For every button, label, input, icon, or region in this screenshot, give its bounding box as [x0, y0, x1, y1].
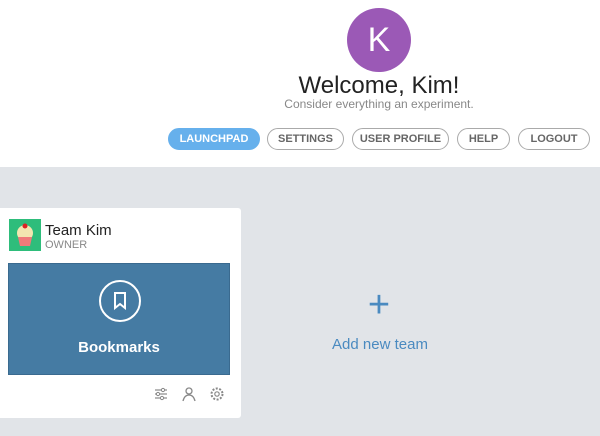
- bookmarks-label: Bookmarks: [78, 339, 160, 356]
- add-new-team-link[interactable]: Add new team: [300, 336, 460, 353]
- user-avatar: K: [347, 8, 411, 72]
- team-role: OWNER: [45, 239, 88, 251]
- sliders-icon[interactable]: [153, 386, 169, 402]
- nav-help-button[interactable]: HELP: [457, 128, 510, 150]
- nav-settings-button[interactable]: SETTINGS: [267, 128, 344, 150]
- nav-user-profile-button[interactable]: USER PROFILE: [352, 128, 449, 150]
- bookmarks-tile[interactable]: Bookmarks: [8, 263, 230, 375]
- nav-launchpad-button[interactable]: LAUNCHPAD: [168, 128, 260, 150]
- page-title: Welcome, Kim!: [298, 72, 460, 99]
- nav-logout-button[interactable]: LOGOUT: [518, 128, 590, 150]
- user-icon[interactable]: [181, 386, 197, 402]
- team-avatar-cupcake-icon: [9, 219, 41, 251]
- page-subtitle: Consider everything an experiment.: [284, 97, 474, 111]
- bookmark-icon: [99, 280, 141, 322]
- plus-icon[interactable]: +: [364, 286, 394, 324]
- gear-icon[interactable]: [209, 386, 225, 402]
- team-name[interactable]: Team Kim: [45, 222, 112, 239]
